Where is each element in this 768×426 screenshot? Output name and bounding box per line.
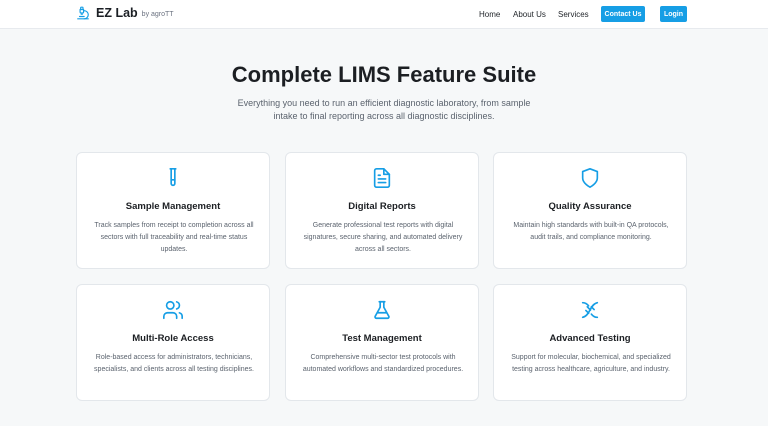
dna-icon — [581, 301, 599, 319]
flask-icon — [374, 300, 390, 320]
page-title: Complete LIMS Feature Suite — [231, 62, 537, 87]
feature-title: Test Management — [342, 333, 422, 344]
nav-link-home[interactable]: Home — [479, 10, 500, 19]
nav-link-about[interactable]: About Us — [513, 10, 546, 19]
feature-description: Generate professional test reports with … — [303, 222, 463, 253]
test-tube-icon — [169, 168, 177, 187]
login-button[interactable]: Login — [660, 6, 687, 22]
feature-card-advanced-testing: Advanced Testing Support for molecular, … — [493, 284, 687, 401]
brand-tagline: by agroTT — [141, 11, 174, 18]
feature-title: Advanced Testing — [549, 333, 631, 344]
brand-name: EZ Lab — [96, 6, 138, 20]
document-icon — [373, 168, 391, 188]
page-subtitle: Everything you need to run an efficient … — [224, 97, 544, 123]
feature-card-multi-role-access: Multi-Role Access Role-based access for … — [76, 284, 270, 401]
feature-description: Role-based access for administrators, te… — [94, 354, 254, 373]
feature-description: Track samples from receipt to completion… — [94, 222, 254, 253]
contact-us-button[interactable]: Contact Us — [601, 6, 645, 22]
brand-logo[interactable]: EZ Lab by agroTT — [76, 5, 174, 21]
feature-card-quality-assurance: Quality Assurance Maintain high standard… — [493, 152, 687, 269]
feature-title: Multi-Role Access — [132, 333, 214, 344]
feature-title: Quality Assurance — [548, 201, 632, 212]
subtitle-line-1: Everything you need to run an efficient … — [237, 98, 531, 108]
feature-card-digital-reports: Digital Reports Generate professional te… — [285, 152, 479, 269]
feature-card-sample-management: Sample Management Track samples from rec… — [76, 152, 270, 269]
feature-title: Sample Management — [125, 201, 221, 212]
feature-title: Digital Reports — [348, 201, 416, 212]
microscope-icon — [77, 6, 89, 20]
top-navbar: EZ Lab by agroTT Home About Us Services … — [0, 0, 768, 29]
users-icon — [163, 300, 183, 320]
shield-icon — [581, 168, 599, 188]
feature-description: Support for molecular, biochemical, and … — [511, 354, 671, 373]
feature-description: Maintain high standards with built-in QA… — [513, 222, 669, 241]
subtitle-line-2: intake to final reporting across all dia… — [273, 111, 495, 121]
nav-link-services[interactable]: Services — [558, 10, 589, 19]
feature-card-test-management: Test Management Comprehensive multi-sect… — [285, 284, 479, 401]
feature-description: Comprehensive multi-sector test protocol… — [302, 354, 464, 373]
